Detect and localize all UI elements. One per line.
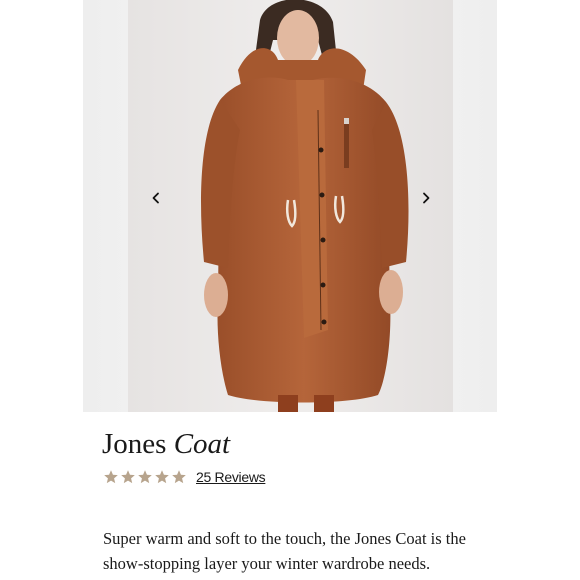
product-title-regular: Jones — [102, 428, 167, 460]
star-icon — [172, 470, 186, 484]
product-description: Super warm and soft to the touch, the Jo… — [103, 529, 466, 573]
star-icon — [138, 470, 152, 484]
chevron-right-icon — [423, 192, 430, 204]
carousel-prev-button[interactable] — [144, 186, 168, 210]
star-rating — [103, 469, 187, 485]
product-rating[interactable]: 25 Reviews — [103, 466, 266, 488]
product-title: Jones Coat — [102, 426, 230, 462]
carousel-next-button[interactable] — [414, 186, 438, 210]
product-title-italic: Coat — [173, 428, 231, 460]
image-carousel — [83, 0, 497, 412]
star-icon — [155, 470, 169, 484]
product-page: Jones Coat 25 Reviews Super warm and sof… — [0, 0, 580, 580]
star-icon — [121, 470, 135, 484]
reviews-link[interactable]: 25 Reviews — [196, 469, 266, 485]
star-icon — [104, 470, 118, 484]
product-photo — [128, 0, 453, 412]
chevron-left-icon — [152, 192, 159, 204]
